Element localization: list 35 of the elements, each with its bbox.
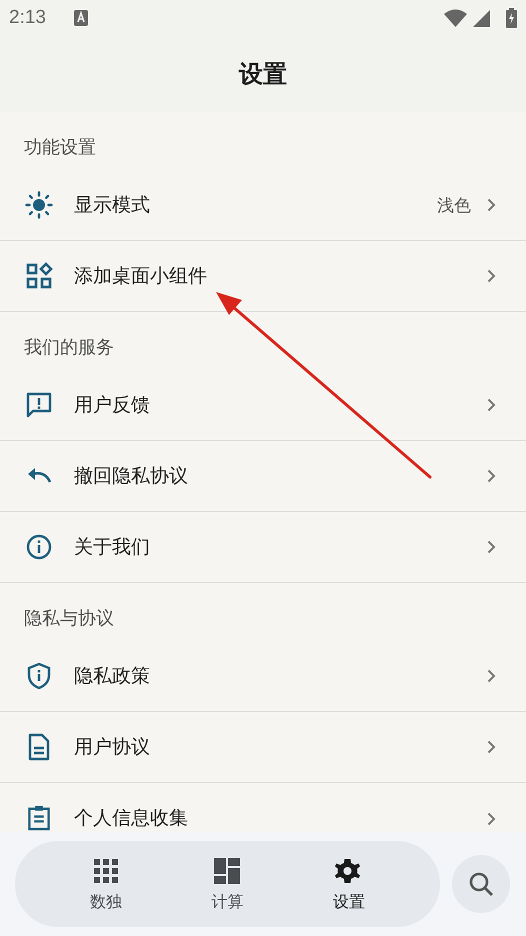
nav-tab[interactable]: 计算 bbox=[192, 856, 262, 912]
settings-item[interactable]: 用户协议 bbox=[0, 712, 526, 783]
chevron-icon bbox=[487, 740, 496, 754]
search-icon bbox=[468, 871, 494, 897]
chevron-icon bbox=[487, 398, 496, 412]
clipboard-icon bbox=[25, 804, 53, 831]
chevron-icon bbox=[487, 198, 496, 212]
settings-item[interactable]: 关于我们 bbox=[0, 512, 526, 583]
dashboard-icon bbox=[212, 856, 242, 886]
nav-tab[interactable]: 数独 bbox=[70, 856, 141, 912]
chevron-icon bbox=[487, 540, 496, 554]
settings-item[interactable]: 用户反馈 bbox=[0, 370, 526, 441]
signal-icon bbox=[473, 10, 490, 26]
chevron-icon bbox=[487, 812, 496, 826]
keyboard-icon bbox=[74, 10, 88, 26]
settings-item[interactable]: 个人信息收集 bbox=[0, 783, 526, 831]
section-title: 功能设置 bbox=[24, 136, 96, 159]
page-title: 设置 bbox=[239, 59, 287, 90]
section-title: 我们的服务 bbox=[24, 336, 114, 359]
section-title: 隐私与协议 bbox=[24, 607, 114, 630]
battery-icon bbox=[506, 8, 517, 28]
settings-item[interactable]: 隐私政策 bbox=[0, 641, 526, 712]
chevron-icon bbox=[487, 269, 496, 283]
wifi-icon bbox=[444, 9, 467, 27]
widgets-icon bbox=[25, 262, 53, 290]
sun-icon bbox=[25, 191, 53, 219]
status-time: 2:13 bbox=[9, 7, 46, 29]
settings-item[interactable]: 显示模式 浅色 bbox=[0, 170, 526, 241]
settings-item[interactable]: 撤回隐私协议 bbox=[0, 441, 526, 512]
info-icon bbox=[25, 533, 53, 561]
shield-icon bbox=[25, 662, 53, 690]
nav-tab[interactable]: 设置 bbox=[314, 856, 384, 912]
chevron-icon bbox=[487, 469, 496, 483]
chevron-icon bbox=[487, 669, 496, 683]
feedback-icon bbox=[25, 391, 53, 419]
